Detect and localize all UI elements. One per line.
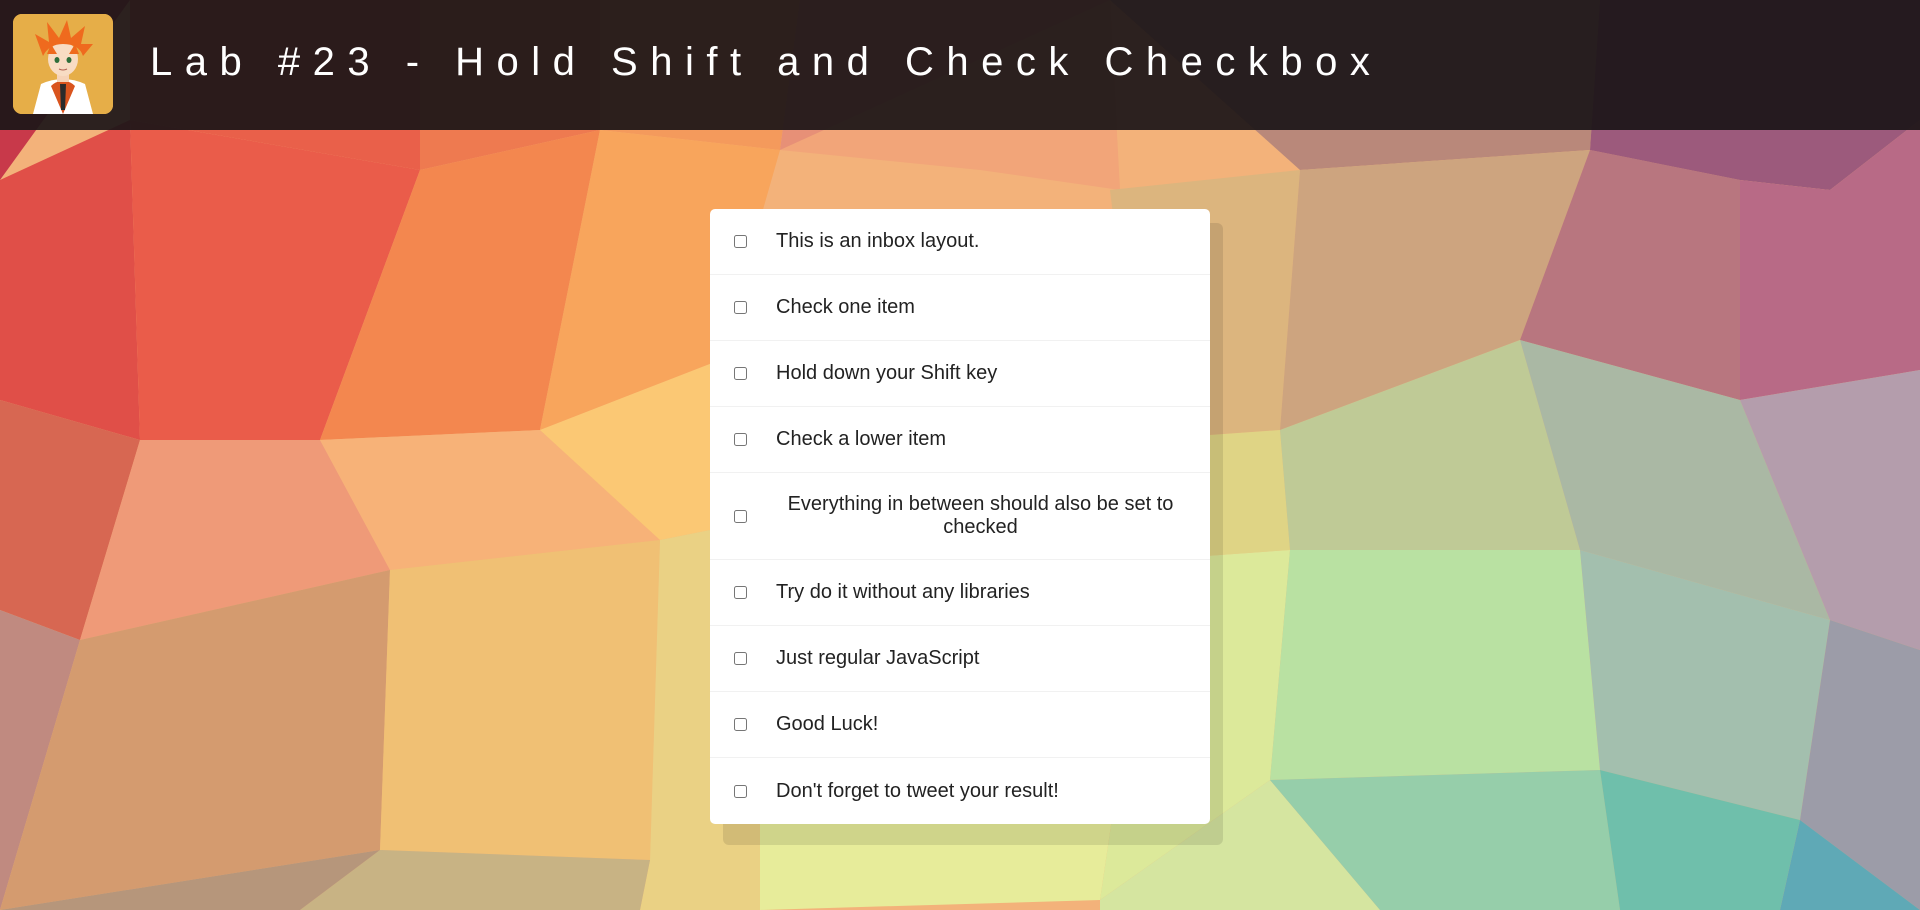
item-checkbox[interactable]: [734, 784, 747, 798]
item-checkbox[interactable]: [734, 586, 747, 599]
list-item[interactable]: Check one item: [710, 275, 1210, 341]
item-label: Hold down your Shift key: [776, 362, 998, 384]
list-item[interactable]: Good Luck!: [710, 692, 1210, 758]
item-checkbox[interactable]: [734, 367, 747, 380]
item-label: Check a lower item: [776, 428, 947, 450]
list-item[interactable]: Hold down your Shift key: [710, 341, 1210, 407]
item-label: This is an inbox layout.: [776, 230, 980, 252]
list-item[interactable]: Don't forget to tweet your result!: [710, 758, 1210, 824]
avatar: [13, 14, 113, 114]
item-checkbox[interactable]: [734, 301, 747, 314]
item-checkbox[interactable]: [734, 509, 747, 523]
list-item[interactable]: Try do it without any libraries: [710, 560, 1210, 626]
page-title: Lab #23 - Hold Shift and Check Checkbox: [150, 40, 1383, 84]
header-bar: Lab #23 - Hold Shift and Check Checkbox: [0, 0, 1920, 130]
list-item[interactable]: Everything in between should also be set…: [710, 473, 1210, 560]
anime-character-avatar-icon: [13, 14, 113, 114]
item-checkbox[interactable]: [734, 652, 747, 665]
item-checkbox[interactable]: [734, 433, 747, 446]
item-label: Everything in between should also be set…: [787, 493, 1174, 538]
item-checkbox[interactable]: [734, 718, 747, 731]
list-item[interactable]: Just regular JavaScript: [710, 626, 1210, 692]
item-label: Don't forget to tweet your result!: [776, 779, 1059, 802]
item-label: Try do it without any libraries: [776, 581, 1030, 603]
item-label: Just regular JavaScript: [776, 647, 980, 669]
inbox-list: This is an inbox layout. Check one item …: [710, 209, 1210, 824]
list-item[interactable]: This is an inbox layout.: [710, 209, 1210, 275]
item-label: Check one item: [776, 296, 915, 318]
list-item[interactable]: Check a lower item: [710, 407, 1210, 473]
item-label: Good Luck!: [776, 713, 879, 735]
item-checkbox[interactable]: [734, 235, 747, 248]
